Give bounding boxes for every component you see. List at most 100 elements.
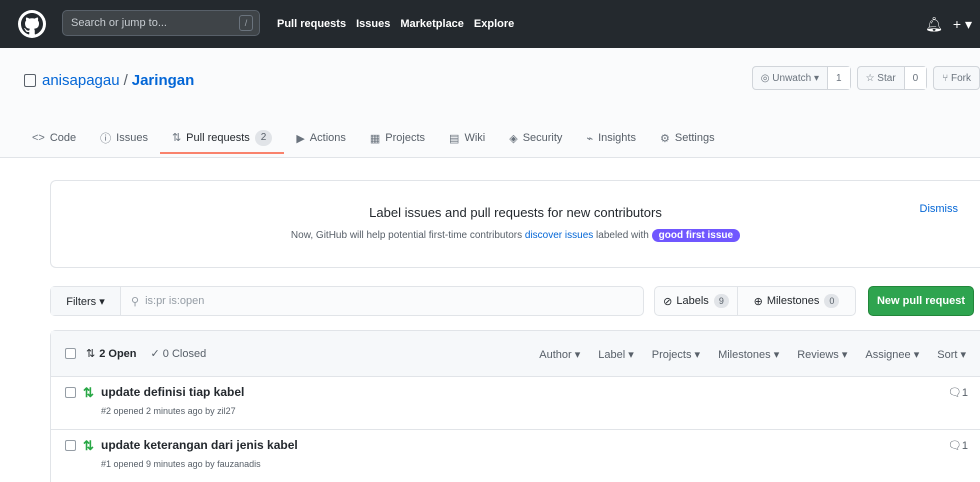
pull-request-icon: ⇅ <box>86 348 96 360</box>
repo-owner-link[interactable]: anisapagau <box>42 72 120 89</box>
tab-label: Security <box>522 132 563 144</box>
tab-pull-requests[interactable]: ⇅ Pull requests 2 <box>159 123 285 154</box>
fork-label: ⑂ Fork <box>942 72 971 84</box>
tab-label: Settings <box>674 132 715 144</box>
comment-icon: 🗨︎ <box>947 440 962 452</box>
search-shortcut-key: / <box>239 15 253 31</box>
repo-actions: ◎ Unwatch ▾ 1 ☆ Star 0 ⑂ Fork <box>751 66 980 90</box>
tab-issues[interactable]: ⓘ Issues <box>88 123 160 153</box>
labels-label: Labels <box>676 295 709 307</box>
tab-security[interactable]: ◈ Security <box>497 123 574 153</box>
select-all-checkbox[interactable] <box>65 348 76 359</box>
labels-button[interactable]: ⊘ Labels 9 <box>654 286 738 316</box>
create-new-button[interactable]: + ▾ <box>953 16 972 33</box>
closed-filter[interactable]: ✓ 0 Closed <box>151 347 207 360</box>
open-pull-request-icon: ⇅ <box>83 438 94 453</box>
tab-actions[interactable]: ▶ Actions <box>284 123 358 153</box>
tab-wiki[interactable]: ▤ Wiki <box>437 123 497 153</box>
play-icon: ▶ <box>296 132 305 145</box>
milestone-icon: ⊕ <box>753 295 763 308</box>
new-pull-request-button[interactable]: New pull request <box>868 286 974 316</box>
repo-title: anisapagau / Jaringan <box>24 72 194 89</box>
pr-meta: #1 opened 9 minutes ago by fauzanadis <box>101 459 261 469</box>
pull-request-list: ⇅ 2 Open ✓ 0 Closed Author ▾ Label ▾ Pro… <box>50 330 980 482</box>
comment-count[interactable]: 🗨︎1 <box>948 439 968 452</box>
search-input[interactable]: Search or jump to... / <box>62 10 260 36</box>
project-icon: ▦ <box>369 132 381 145</box>
banner-desc-middle: labeled with <box>596 230 649 241</box>
repo-header: anisapagau / Jaringan ◎ Unwatch ▾ 1 ☆ St… <box>0 48 980 158</box>
tab-counter: 2 <box>254 129 273 146</box>
state-filters: ⇅ 2 Open ✓ 0 Closed <box>86 347 207 361</box>
row-checkbox[interactable] <box>65 440 76 451</box>
pr-title-link[interactable]: update keterangan dari jenis kabel <box>101 438 298 452</box>
watch-button[interactable]: ◎ Unwatch ▾ 1 <box>751 66 851 90</box>
tab-label: Actions <box>309 132 346 144</box>
nav-pull-requests[interactable]: Pull requests <box>277 18 346 30</box>
milestones-button[interactable]: ⊕ Milestones 0 <box>738 286 856 316</box>
tab-settings[interactable]: ⚙ Settings <box>648 123 727 153</box>
open-pull-request-icon: ⇅ <box>83 385 94 400</box>
open-filter[interactable]: 2 Open <box>99 348 136 360</box>
watch-label: ◎ Unwatch ▾ <box>760 72 819 84</box>
milestones-count: 0 <box>824 294 840 308</box>
global-header: Search or jump to... / Pull requests Iss… <box>0 0 980 48</box>
star-label: ☆ Star <box>865 72 896 84</box>
repo-name-link[interactable]: Jaringan <box>132 72 195 89</box>
code-icon: <> <box>32 132 45 144</box>
pull-request-icon: ⇅ <box>171 132 182 144</box>
repo-icon <box>24 74 36 87</box>
good-first-issue-label[interactable]: good first issue <box>651 229 741 242</box>
projects-filter[interactable]: Projects ▾ <box>652 348 700 361</box>
tab-label: Code <box>49 132 77 144</box>
tab-label: Projects <box>385 132 426 144</box>
label-filter[interactable]: Label ▾ <box>598 348 634 361</box>
star-count[interactable]: 0 <box>903 67 927 89</box>
comment-icon: 🗨︎ <box>947 387 962 399</box>
tab-projects[interactable]: ▦ Projects <box>358 123 437 153</box>
tab-label: Insights <box>598 132 636 144</box>
nav-issues[interactable]: Issues <box>356 18 390 30</box>
row-checkbox[interactable] <box>65 387 76 398</box>
sort-filters: Author ▾ Label ▾ Projects ▾ Milestones ▾… <box>539 331 966 377</box>
tab-label: Wiki <box>464 132 486 144</box>
comment-count[interactable]: 🗨︎1 <box>948 386 968 399</box>
list-header: ⇅ 2 Open ✓ 0 Closed Author ▾ Label ▾ Pro… <box>51 331 980 377</box>
banner-desc-prefix: Now, GitHub will help potential first-ti… <box>290 230 523 241</box>
star-button[interactable]: ☆ Star 0 <box>856 66 928 90</box>
sort-dropdown[interactable]: Sort ▾ <box>937 348 966 361</box>
tab-insights[interactable]: ⌁ Insights <box>574 123 648 153</box>
search-placeholder: Search or jump to... <box>71 17 167 29</box>
filter-search-input[interactable]: ⚲ is:pr is:open <box>121 287 643 315</box>
filter-bar: Filters ▾ ⚲ is:pr is:open <box>50 286 644 316</box>
dismiss-button[interactable]: Dismiss <box>920 203 959 215</box>
table-row: ⇅ update keterangan dari jenis kabel #1 … <box>51 430 980 482</box>
tab-label: Pull requests <box>186 131 250 144</box>
graph-icon: ⌁ <box>586 132 594 145</box>
header-actions: 🔔︎ + ▾ <box>925 0 972 48</box>
github-logo-icon[interactable] <box>18 10 46 38</box>
nav-explore[interactable]: Explore <box>474 18 514 30</box>
milestones-filter[interactable]: Milestones ▾ <box>718 348 779 361</box>
banner-title: Label issues and pull requests for new c… <box>369 205 662 220</box>
contributors-banner: Label issues and pull requests for new c… <box>50 180 980 268</box>
pr-title-link[interactable]: update definisi tiap kabel <box>101 385 244 399</box>
search-icon: ⚲ <box>131 295 140 308</box>
bell-icon[interactable]: 🔔︎ <box>925 16 943 33</box>
nav-marketplace[interactable]: Marketplace <box>400 18 464 30</box>
milestones-label: Milestones <box>766 295 820 307</box>
fork-button[interactable]: ⑂ Fork <box>933 66 980 90</box>
reviews-filter[interactable]: Reviews ▾ <box>797 348 847 361</box>
tab-code[interactable]: <> Code <box>20 123 88 153</box>
discover-issues-link[interactable]: discover issues <box>525 230 593 241</box>
watch-count[interactable]: 1 <box>827 67 850 89</box>
repo-tabs: <> Code ⓘ Issues ⇅ Pull requests 2 ▶ Actions … <box>20 123 727 154</box>
issue-icon: ⓘ <box>100 133 112 145</box>
assignee-filter[interactable]: Assignee ▾ <box>865 348 919 361</box>
author-filter[interactable]: Author ▾ <box>539 348 580 361</box>
repo-separator: / <box>123 72 128 89</box>
labels-count: 9 <box>713 294 729 308</box>
filter-query: is:pr is:open <box>145 295 205 307</box>
filters-dropdown[interactable]: Filters ▾ <box>51 287 121 315</box>
gear-icon: ⚙ <box>659 132 670 145</box>
